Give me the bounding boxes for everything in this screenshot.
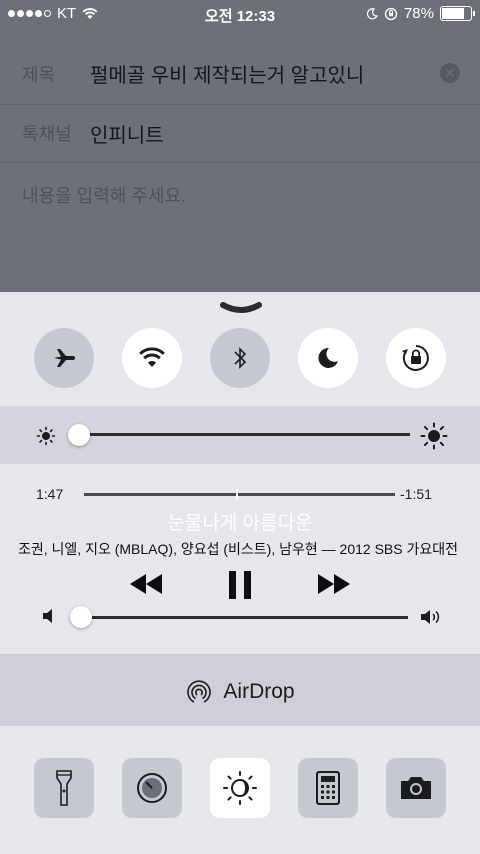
rewind-icon[interactable] — [128, 568, 164, 600]
brightness-low-icon — [36, 426, 56, 446]
tools-row — [0, 758, 480, 818]
board-row[interactable]: 톡채널 인피니트 — [0, 104, 480, 163]
volume-slider[interactable] — [70, 606, 92, 628]
toggle-row — [0, 328, 480, 388]
calculator-icon — [316, 771, 340, 805]
song-title: 눈물나게 아름다운 — [167, 513, 313, 534]
body-input[interactable]: 내용을 입력해 주세요. — [22, 182, 186, 208]
brightness-high-icon — [420, 422, 448, 450]
airdrop-label: AirDrop — [223, 680, 295, 703]
battery-icon — [440, 6, 475, 21]
volume-low-icon — [43, 609, 52, 623]
status-bar: KT 오전 12:33 78% — [0, 0, 480, 28]
rotation-lock-icon — [402, 345, 429, 371]
volume-track[interactable] — [78, 616, 408, 619]
fast-forward-icon[interactable] — [316, 568, 352, 600]
subject-input[interactable]: 펄메골 우비 제작되는거 알고있니 — [90, 59, 364, 88]
rotation-lock-status-icon — [384, 7, 398, 20]
volume-high-icon — [421, 610, 440, 624]
camera-button[interactable] — [386, 758, 446, 818]
night-shift-icon — [223, 771, 257, 805]
flashlight-button[interactable] — [34, 758, 94, 818]
night-shift-button[interactable] — [210, 758, 270, 818]
airdrop-icon — [187, 680, 212, 703]
airplane-mode-toggle[interactable] — [34, 328, 94, 388]
calculator-button[interactable] — [298, 758, 358, 818]
bluetooth-toggle[interactable] — [210, 328, 270, 388]
airplane-icon — [54, 349, 75, 367]
brightness-panel — [0, 406, 480, 464]
flashlight-icon — [56, 770, 72, 806]
timer-button[interactable] — [122, 758, 182, 818]
airdrop-button[interactable]: AirDrop — [0, 654, 480, 726]
timer-icon — [137, 773, 167, 803]
elapsed-time: 1:47 — [36, 486, 64, 502]
clear-subject-icon[interactable]: ✕ — [440, 63, 460, 83]
wifi-toggle[interactable] — [122, 328, 182, 388]
brightness-slider[interactable] — [68, 424, 90, 446]
control-center: 1:47 -1:51 눈물나게 아름다운 조권, 니엘, 지오 (MBLAQ),… — [0, 292, 480, 854]
remaining-time: -1:51 — [400, 486, 432, 502]
music-panel: 1:47 -1:51 눈물나게 아름다운 조권, 니엘, 지오 (MBLAQ),… — [0, 466, 480, 654]
do-not-disturb-toggle[interactable] — [298, 328, 358, 388]
subject-label: 제목 — [22, 65, 56, 85]
scrubber-position[interactable] — [236, 489, 239, 499]
pause-icon[interactable] — [226, 568, 254, 602]
rotation-lock-toggle[interactable] — [386, 328, 446, 388]
brightness-track[interactable] — [78, 433, 410, 436]
song-artist: 조권, 니엘, 지오 (MBLAQ), 양요섭 (비스트), 남우현 — 201… — [18, 541, 458, 557]
board-label: 톡채널 — [22, 124, 72, 144]
scrubber-track[interactable] — [84, 493, 395, 496]
camera-icon — [401, 777, 431, 799]
battery-percent: 78% — [403, 5, 434, 22]
grabber-chevron-icon[interactable] — [220, 302, 262, 316]
moon-icon — [318, 347, 338, 368]
compose-screen: 제목 펄메골 우비 제작되는거 알고있니 ✕ 톡채널 인피니트 내용을 입력해 … — [0, 0, 480, 300]
wifi-icon — [139, 347, 165, 367]
moon-status-icon — [366, 7, 378, 19]
subject-row[interactable]: 제목 펄메골 우비 제작되는거 알고있니 ✕ — [0, 44, 480, 105]
board-value[interactable]: 인피니트 — [90, 119, 164, 148]
bluetooth-icon — [234, 347, 247, 369]
